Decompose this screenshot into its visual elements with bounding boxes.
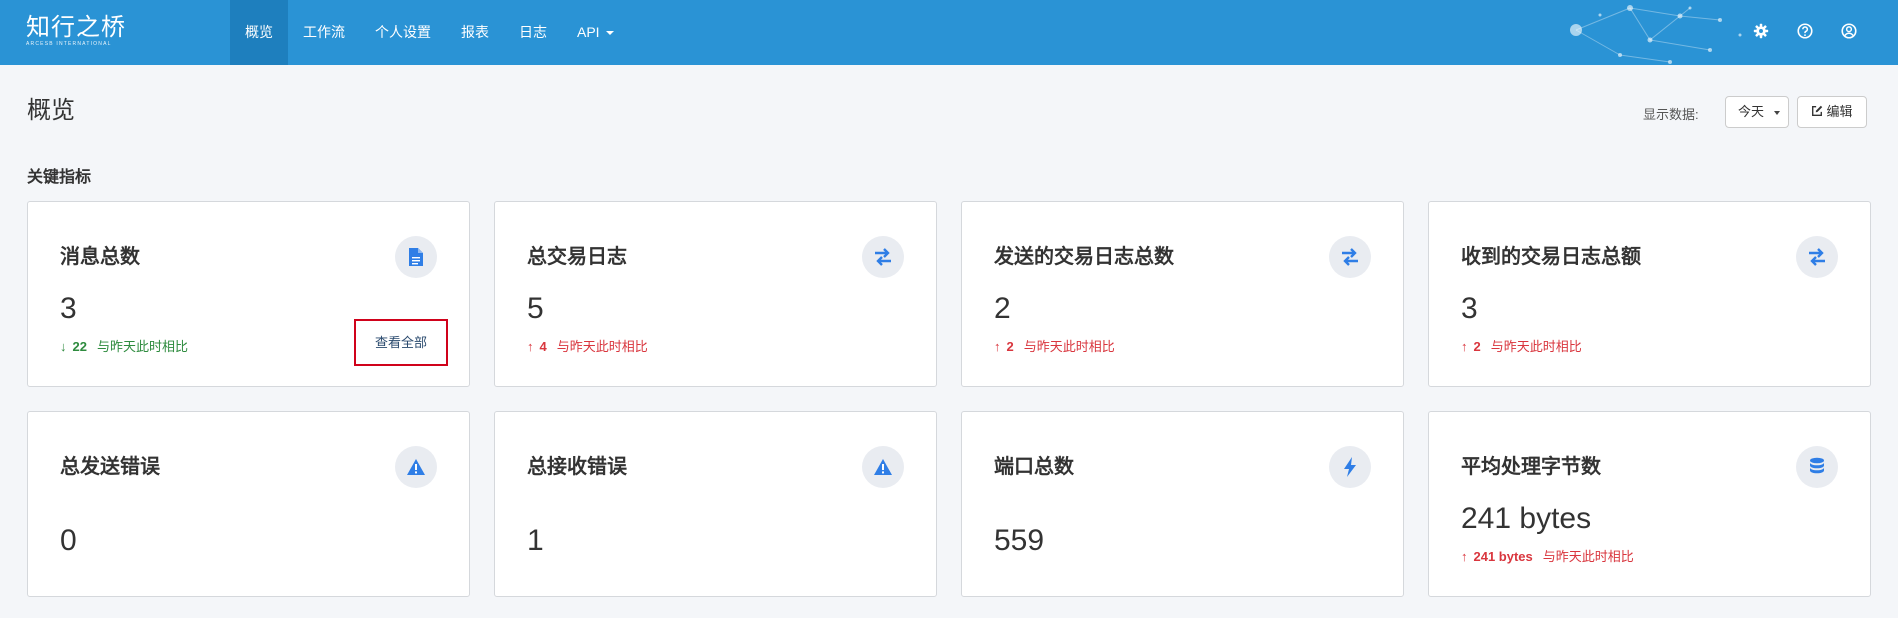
help-icon[interactable] (1796, 22, 1814, 40)
nav-item-logs[interactable]: 日志 (504, 0, 562, 65)
edit-icon (1812, 105, 1823, 116)
metric-card-total-transaction-logs: 总交易日志 5 ↑ 4 与昨天此时相比 (494, 201, 937, 387)
nav-item-api[interactable]: API (562, 0, 629, 65)
chevron-down-icon (1774, 111, 1780, 115)
card-title: 消息总数 (60, 246, 140, 268)
top-navbar: 知行之桥 ARCESB INTERNATIONAL 概览 工作流 个人设置 报表… (0, 0, 1898, 65)
delta-value: 2 (1006, 339, 1014, 354)
period-select-value: 今天 (1738, 104, 1765, 119)
delta-compare-text: 与昨天此时相比 (1023, 339, 1115, 354)
metric-card-avg-bytes: 平均处理字节数 241 bytes ↑ 241 bytes 与昨天此时相比 (1428, 411, 1871, 597)
main-nav: 概览 工作流 个人设置 报表 日志 API (230, 0, 629, 65)
delta-value: 2 (1473, 339, 1481, 354)
gear-icon[interactable] (1752, 22, 1770, 40)
nav-item-workflow[interactable]: 工作流 (288, 0, 360, 65)
header-icon-group (1752, 22, 1858, 40)
metric-card-received-transaction-logs: 收到的交易日志总额 3 ↑ 2 与昨天此时相比 (1428, 201, 1871, 387)
card-value: 241 bytes (1461, 502, 1592, 535)
arrow-up-icon: ↑ (527, 339, 534, 354)
metric-card-total-ports: 端口总数 559 (961, 411, 1404, 597)
card-title: 总发送错误 (60, 456, 160, 478)
edit-button-label: 编辑 (1826, 104, 1853, 119)
page-title: 概览 (27, 97, 75, 124)
card-value: 5 (527, 292, 544, 325)
nav-item-api-label: API (577, 24, 600, 40)
exchange-icon (1329, 236, 1371, 278)
display-data-label: 显示数据: (1643, 107, 1699, 122)
metric-card-total-messages: 消息总数 3 ↓ 22 与昨天此时相比 查看全部 (27, 201, 470, 387)
arrow-up-icon: ↑ (1461, 549, 1468, 564)
exchange-icon (862, 236, 904, 278)
exchange-icon (1796, 236, 1838, 278)
brand-logo[interactable]: 知行之桥 ARCESB INTERNATIONAL (26, 14, 126, 47)
nav-item-reports[interactable]: 报表 (446, 0, 504, 65)
card-delta: ↑ 241 bytes 与昨天此时相比 (1461, 546, 1634, 565)
delta-value: 241 bytes (1473, 549, 1533, 564)
user-icon[interactable] (1840, 22, 1858, 40)
metric-card-total-receive-errors: 总接收错误 1 (494, 411, 937, 597)
metric-card-sent-transaction-logs: 发送的交易日志总数 2 ↑ 2 与昨天此时相比 (961, 201, 1404, 387)
brand-subtitle: ARCESB INTERNATIONAL (26, 41, 112, 47)
nav-item-overview[interactable]: 概览 (230, 0, 288, 65)
card-title: 发送的交易日志总数 (994, 246, 1174, 268)
card-title: 总交易日志 (527, 246, 627, 268)
network-decoration-icon (1570, 5, 1742, 64)
arrow-up-icon: ↑ (1461, 339, 1468, 354)
card-value: 2 (994, 292, 1011, 325)
delta-compare-text: 与昨天此时相比 (556, 339, 648, 354)
card-value: 0 (60, 524, 77, 557)
nav-item-personal-settings[interactable]: 个人设置 (360, 0, 446, 65)
card-title: 端口总数 (994, 456, 1074, 478)
card-delta: ↑ 2 与昨天此时相比 (1461, 336, 1582, 355)
card-value: 1 (527, 524, 544, 557)
card-value: 3 (60, 292, 77, 325)
edit-button[interactable]: 编辑 (1797, 96, 1867, 128)
card-value: 559 (994, 524, 1045, 557)
card-delta: ↑ 2 与昨天此时相比 (994, 336, 1115, 355)
card-title: 总接收错误 (527, 456, 627, 478)
warning-icon (862, 446, 904, 488)
card-value: 3 (1461, 292, 1478, 325)
arrow-down-icon: ↓ (60, 339, 67, 354)
delta-value: 4 (539, 339, 547, 354)
delta-compare-text: 与昨天此时相比 (1542, 549, 1634, 564)
database-icon (1796, 446, 1838, 488)
chevron-down-icon (605, 31, 614, 36)
brand-name: 知行之桥 (26, 13, 126, 41)
metric-card-total-send-errors: 总发送错误 0 (27, 411, 470, 597)
period-select[interactable]: 今天 (1725, 96, 1789, 128)
delta-compare-text: 与昨天此时相比 (96, 339, 188, 354)
card-title: 收到的交易日志总额 (1461, 246, 1641, 268)
card-title: 平均处理字节数 (1461, 456, 1601, 478)
delta-value: 22 (72, 339, 87, 354)
section-title-key-metrics: 关键指标 (27, 169, 92, 186)
card-delta: ↑ 4 与昨天此时相比 (527, 336, 648, 355)
file-icon (395, 236, 437, 278)
view-all-button[interactable]: 查看全部 (354, 319, 448, 366)
card-delta: ↓ 22 与昨天此时相比 (60, 336, 188, 355)
delta-compare-text: 与昨天此时相比 (1490, 339, 1582, 354)
arrow-up-icon: ↑ (994, 339, 1001, 354)
warning-icon (395, 446, 437, 488)
bolt-icon (1329, 446, 1371, 488)
